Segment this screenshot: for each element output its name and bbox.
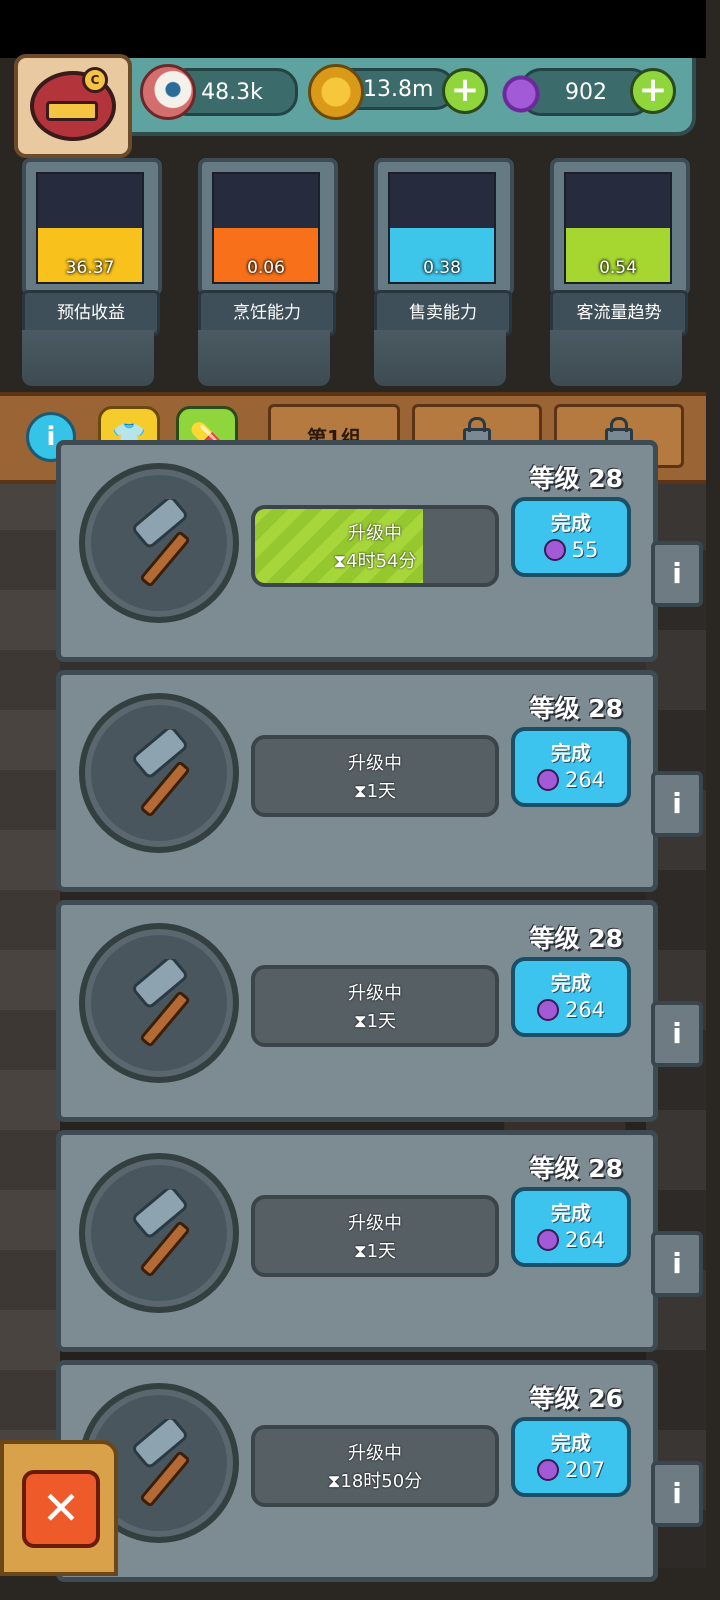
finish-label: 完成 — [551, 741, 591, 765]
finish-cost: 264 — [564, 1228, 606, 1252]
item-slot[interactable] — [79, 463, 239, 623]
upgrade-card: 等级 28 升级中 ⧗1天 完成 264 i — [56, 1130, 703, 1352]
meter-value: 36.37 — [65, 258, 115, 278]
progress-status: 升级中 — [348, 1213, 402, 1234]
upgrade-card: 等级 28 升级中 ⧗1天 完成 264 i — [56, 670, 703, 892]
info-icon: i — [46, 422, 56, 452]
progress-status: 升级中 — [348, 523, 402, 544]
card-level: 等级 28 — [529, 924, 624, 953]
eyeball-icon — [140, 64, 196, 120]
eyes-value: 48.3k — [201, 79, 263, 105]
card-info-button[interactable]: i — [651, 1461, 703, 1527]
finish-button[interactable]: 完成 207 — [511, 1417, 631, 1497]
upgrade-progress-bar: 升级中 ⧗4时54分 — [251, 505, 499, 587]
card-info-button[interactable]: i — [651, 541, 703, 607]
card-level: 等级 28 — [529, 1154, 624, 1183]
meter-value: 0.38 — [423, 258, 461, 278]
add-coins-button[interactable]: + — [442, 68, 488, 114]
progress-time: ⧗4时54分 — [333, 551, 417, 572]
rank-badge-icon: C — [82, 67, 108, 93]
potion-icon — [536, 1229, 559, 1251]
card-info-button[interactable]: i — [651, 771, 703, 837]
meter-estimated-income[interactable]: 36.37 — [22, 158, 162, 296]
upgrade-progress-bar: 升级中 ⧗18时50分 — [251, 1425, 499, 1507]
meter-cooking[interactable]: 0.06 — [198, 158, 338, 296]
progress-status: 升级中 — [348, 1443, 402, 1464]
coin-icon — [308, 64, 364, 120]
status-bar — [0, 0, 706, 58]
finish-label: 完成 — [551, 1201, 591, 1225]
progress-time: ⧗18时50分 — [327, 1471, 423, 1492]
upgrade-progress-bar: 升级中 ⧗1天 — [251, 965, 499, 1047]
finish-label: 完成 — [551, 971, 591, 995]
card-info-button[interactable]: i — [651, 1231, 703, 1297]
hammer-icon — [133, 729, 190, 817]
potion-icon — [536, 999, 559, 1021]
finish-label: 完成 — [551, 511, 591, 535]
finish-cost: 207 — [564, 1458, 606, 1482]
card-level: 等级 26 — [529, 1384, 624, 1413]
item-slot[interactable] — [79, 1153, 239, 1313]
add-potions-button[interactable]: + — [630, 68, 676, 114]
card-info-button[interactable]: i — [651, 1001, 703, 1067]
meter-value: 0.54 — [599, 258, 637, 278]
finish-button[interactable]: 完成 55 — [511, 497, 631, 577]
potion-icon — [543, 539, 566, 561]
potion-icon — [536, 1459, 559, 1481]
progress-status: 升级中 — [348, 753, 402, 774]
upgrade-card: 等级 28 升级中 ⧗4时54分 完成 55 i — [56, 440, 703, 662]
card-level: 等级 28 — [529, 694, 624, 723]
finish-cost: 264 — [564, 768, 606, 792]
meter-selling[interactable]: 0.38 — [374, 158, 514, 296]
background-building-left — [0, 470, 60, 1568]
close-icon[interactable]: ✕ — [22, 1470, 100, 1548]
hammer-icon — [133, 1419, 190, 1507]
meter-customer-trend[interactable]: 0.54 — [550, 158, 690, 296]
potion-icon — [496, 64, 546, 114]
upgrade-card: 等级 28 升级中 ⧗1天 完成 264 i — [56, 900, 703, 1122]
upgrade-progress-bar: 升级中 ⧗1天 — [251, 1195, 499, 1277]
upgrade-progress-bar: 升级中 ⧗1天 — [251, 735, 499, 817]
finish-cost: 264 — [564, 998, 606, 1022]
progress-time: ⧗1天 — [353, 1241, 397, 1262]
close-panel: ✕ — [0, 1440, 118, 1576]
finish-cost: 55 — [571, 538, 599, 562]
potions-value: 902 — [565, 79, 607, 105]
meter-value: 0.06 — [247, 258, 285, 278]
hammer-icon — [133, 1189, 190, 1277]
progress-time: ⧗1天 — [353, 1011, 397, 1032]
upgrade-card: 等级 26 升级中 ⧗18时50分 完成 207 i — [56, 1360, 703, 1582]
finish-button[interactable]: 完成 264 — [511, 1187, 631, 1267]
progress-status: 升级中 — [348, 983, 402, 1004]
finish-label: 完成 — [551, 1431, 591, 1455]
item-slot[interactable] — [79, 923, 239, 1083]
meter-pipes — [198, 330, 330, 386]
monster-face-icon: C — [30, 67, 116, 141]
potion-icon — [536, 769, 559, 791]
coins-value: 13.8m — [363, 76, 434, 102]
meter-pipes — [374, 330, 506, 386]
player-avatar[interactable]: C — [14, 54, 132, 158]
meter-pipes — [22, 330, 154, 386]
progress-time: ⧗1天 — [353, 781, 397, 802]
hammer-icon — [133, 499, 190, 587]
item-slot[interactable] — [79, 693, 239, 853]
meter-pipes — [550, 330, 682, 386]
hammer-icon — [133, 959, 190, 1047]
finish-button[interactable]: 完成 264 — [511, 957, 631, 1037]
finish-button[interactable]: 完成 264 — [511, 727, 631, 807]
card-level: 等级 28 — [529, 464, 624, 493]
